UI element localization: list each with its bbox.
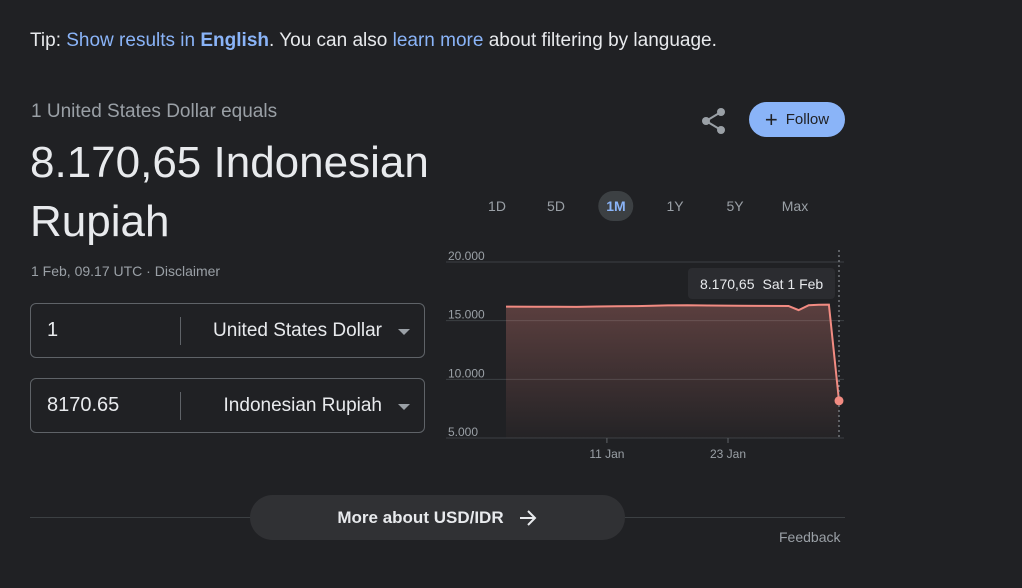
- follow-label: Follow: [785, 111, 830, 128]
- field-divider: [180, 317, 181, 345]
- tab-5y[interactable]: 5Y: [718, 191, 751, 221]
- y-tick-label: 15.000: [448, 308, 485, 322]
- x-tick-label: 23 Jan: [710, 447, 746, 461]
- rate-meta: 1 Feb, 09.17 UTC · Disclaimer: [31, 263, 220, 279]
- chevron-down-icon[interactable]: [398, 404, 410, 410]
- from-currency-row: 1 United States Dollar: [30, 303, 425, 358]
- chart-area: [506, 304, 839, 438]
- chevron-down-icon[interactable]: [398, 329, 410, 335]
- share-icon[interactable]: [701, 107, 727, 135]
- y-tick-label: 5.000: [448, 425, 478, 439]
- x-tick-label: 11 Jan: [589, 447, 624, 461]
- follow-button[interactable]: + Follow: [749, 102, 845, 137]
- tab-1d[interactable]: 1D: [480, 191, 514, 221]
- plus-icon: +: [764, 106, 778, 132]
- tab-1m[interactable]: 1M: [598, 191, 634, 221]
- more-about-label: More about USD/IDR: [337, 507, 504, 527]
- tip-prefix: Tip:: [30, 30, 67, 51]
- learn-more-link[interactable]: learn more: [393, 30, 484, 51]
- equals-label: 1 United States Dollar equals: [31, 101, 278, 122]
- disclaimer-link[interactable]: Disclaimer: [155, 263, 220, 279]
- conversion-result: 8.170,65 Indonesian Rupiah: [30, 138, 429, 246]
- tooltip-date: Sat 1 Feb: [762, 275, 824, 292]
- chart-tooltip: 8.170,65 Sat 1 Feb: [688, 268, 836, 299]
- from-amount-input[interactable]: 1: [47, 304, 58, 357]
- language-tip: Tip: Show results in English. You can al…: [30, 30, 717, 52]
- show-results-link-text: Show results in: [66, 30, 201, 51]
- show-results-in-english-link[interactable]: Show results in English: [66, 30, 269, 51]
- arrow-right-icon: [519, 509, 537, 526]
- tip-middle: . You can also: [269, 30, 393, 51]
- meta-separator: ·: [142, 263, 155, 279]
- tip-suffix: about filtering by language.: [483, 30, 717, 51]
- to-currency-select[interactable]: Indonesian Rupiah: [224, 379, 382, 432]
- tooltip-value: 8.170,65: [700, 275, 755, 292]
- to-currency-row: 8170.65 Indonesian Rupiah: [30, 378, 425, 433]
- hover-point: [834, 396, 844, 406]
- rate-timestamp: 1 Feb, 09.17 UTC: [31, 263, 143, 279]
- y-tick-label: 10.000: [448, 366, 485, 380]
- feedback-link[interactable]: Feedback: [779, 529, 840, 545]
- tab-1y[interactable]: 1Y: [658, 191, 691, 221]
- tab-5d[interactable]: 5D: [539, 191, 573, 221]
- field-divider: [180, 392, 181, 420]
- to-amount-input[interactable]: 8170.65: [47, 379, 119, 432]
- more-about-button[interactable]: More about USD/IDR: [250, 495, 625, 540]
- language-name: English: [200, 30, 269, 51]
- y-tick-label: 20.000: [448, 250, 485, 263]
- tab-max[interactable]: Max: [774, 191, 816, 221]
- from-currency-select[interactable]: United States Dollar: [213, 304, 382, 357]
